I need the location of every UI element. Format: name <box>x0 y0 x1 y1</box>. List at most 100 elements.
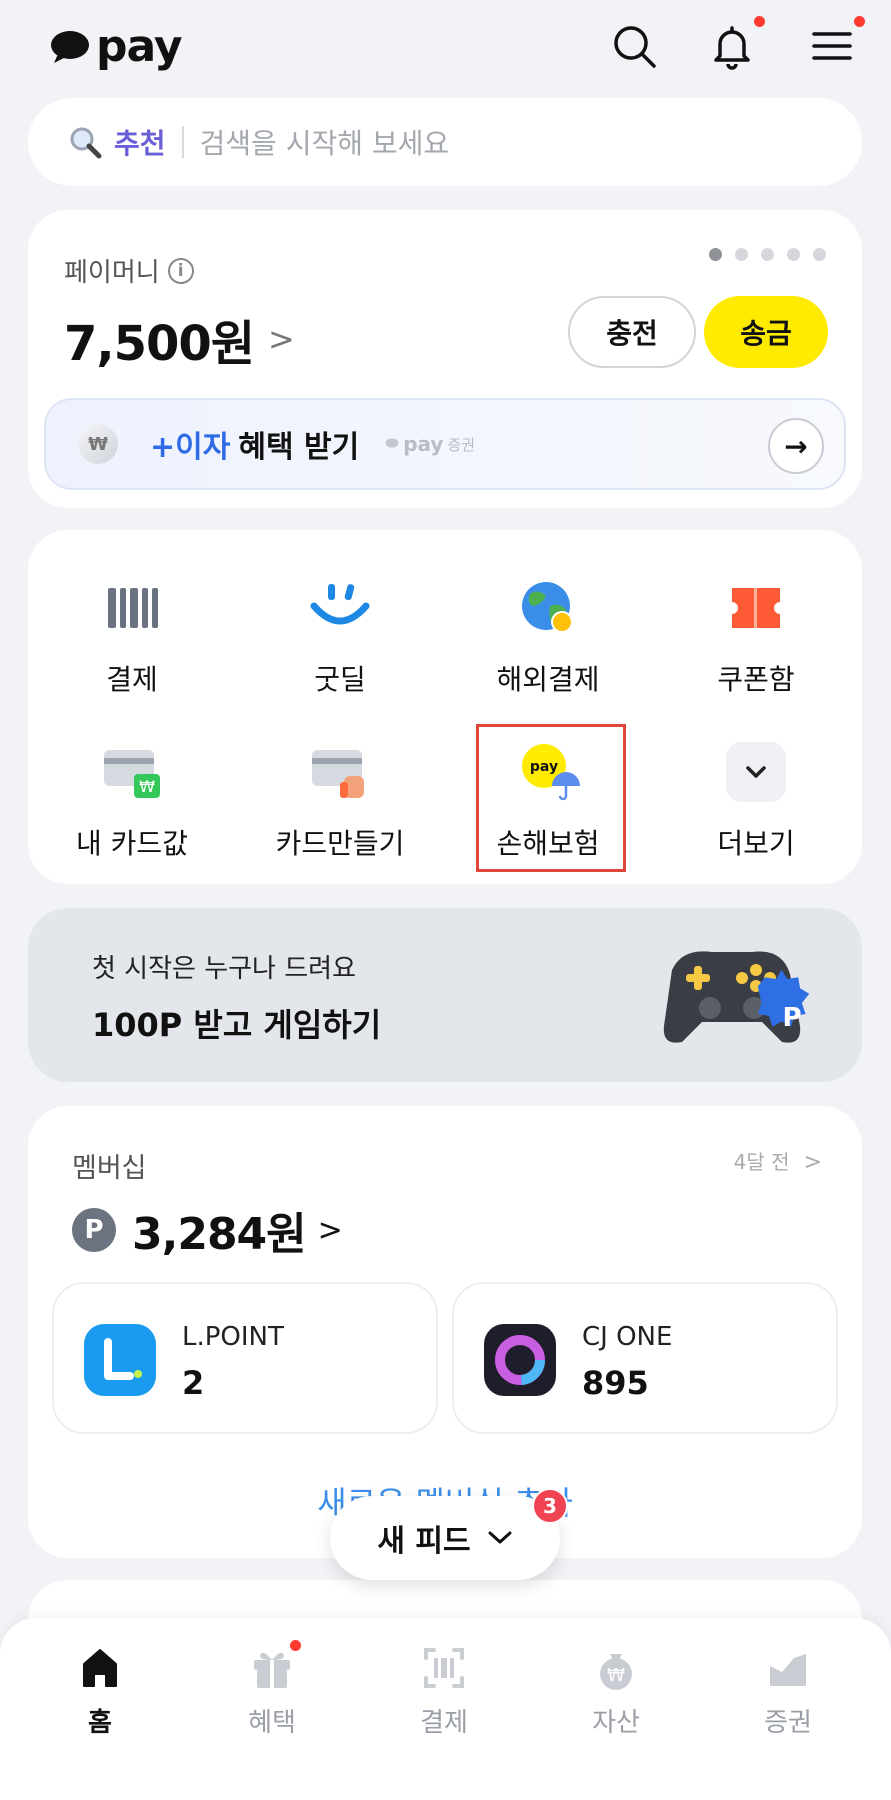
banner-line2: 100P 받고 게임하기 <box>92 1006 382 1044</box>
bell-icon[interactable] <box>708 16 765 70</box>
card-name: CJ ONE <box>582 1322 673 1352</box>
card-name: L.POINT <box>182 1322 284 1352</box>
pay-money-amount[interactable]: 7,500원 > <box>64 304 295 374</box>
lpoint-card[interactable]: L.POINT 2 <box>52 1282 438 1434</box>
highlight-box <box>476 724 626 872</box>
new-feed-button[interactable]: 새 피드 <box>330 1496 560 1580</box>
pager-dot <box>761 248 774 261</box>
money-bag-icon: ₩ <box>592 1644 640 1692</box>
interest-plus: +이자 <box>150 430 231 465</box>
notification-dot <box>754 16 765 27</box>
svg-text:P: P <box>782 1003 801 1033</box>
scan-pay-icon <box>420 1644 468 1692</box>
cjone-logo-icon <box>484 1324 556 1396</box>
svg-text:₩: ₩ <box>607 1665 625 1686</box>
cjone-card[interactable]: CJ ONE 895 <box>452 1282 838 1434</box>
divider <box>181 126 184 158</box>
chevron-right-icon: > <box>317 1212 343 1248</box>
pay-money-card: 페이머니 i 7,500원 > 충전 송금 ₩ +이자 혜택 받기 pay 증권… <box>28 210 862 508</box>
chart-icon <box>764 1644 812 1692</box>
chevron-down-icon <box>726 742 786 802</box>
pager-dot <box>787 248 800 261</box>
tab-securities[interactable]: 증권 <box>728 1644 848 1739</box>
menu-label: 쿠폰함 <box>717 663 795 696</box>
menu-item-payment[interactable]: 결제 <box>52 576 212 698</box>
search-bar[interactable]: 추천 검색을 시작해 보세요 <box>28 98 862 186</box>
pager-dot <box>813 248 826 261</box>
pay-money-title: 페이머니 <box>64 258 160 288</box>
menu-item-make-card[interactable]: 카드만들기 <box>260 740 420 862</box>
amount-value: 7,500원 <box>64 316 255 372</box>
menu-item-overseas[interactable]: 해외결제 <box>468 576 628 698</box>
menu-label: 내 카드값 <box>76 827 188 860</box>
menu-item-coupons[interactable]: 쿠폰함 <box>676 576 836 698</box>
point-icon: P <box>72 1208 116 1252</box>
menu-item-my-card-bill[interactable]: ₩ 내 카드값 <box>52 740 212 862</box>
interest-benefit-banner[interactable]: ₩ +이자 혜택 받기 pay 증권 → <box>44 398 846 490</box>
charge-button[interactable]: 충전 <box>568 296 696 368</box>
card-make-icon <box>312 750 364 798</box>
feed-count-badge: 3 <box>532 1488 568 1524</box>
logo[interactable]: pay <box>50 21 183 72</box>
gift-icon <box>248 1640 301 1692</box>
send-button[interactable]: 송금 <box>704 296 828 368</box>
speech-bubble-icon <box>385 438 399 448</box>
quick-menu-card: 결제 굿딜 해외결제 쿠폰함 ₩ 내 카드값 카드만들기 pay 손해보험 더보… <box>28 530 862 884</box>
pay-money-label: 페이머니 i <box>64 252 194 289</box>
updated-text: 4달 전 <box>733 1150 790 1174</box>
card-value: 2 <box>182 1364 205 1402</box>
benefits-notification-dot <box>290 1640 301 1651</box>
membership-title: 멤버십 <box>72 1153 147 1184</box>
chevron-down-icon <box>488 1531 512 1544</box>
membership-card: 멤버십 4달 전 > P 3,284원 > L.POINT 2 CJ ONE 89… <box>28 1106 862 1558</box>
info-icon[interactable]: i <box>167 257 194 284</box>
won-coin-icon: ₩ <box>78 424 118 464</box>
globe-icon <box>522 582 573 633</box>
membership-points[interactable]: P 3,284원 > <box>72 1198 343 1262</box>
search-keyword[interactable]: 추천 <box>114 122 166 162</box>
brand-pay: pay <box>403 432 444 456</box>
menu-notification-dot <box>854 16 865 27</box>
points-amount: 3,284원 <box>132 1209 307 1260</box>
menu-item-gooddeal[interactable]: 굿딜 <box>260 576 420 698</box>
speech-bubble-icon <box>51 31 89 63</box>
tab-label: 자산 <box>592 1708 640 1738</box>
tab-label: 결제 <box>420 1708 468 1738</box>
menu-label: 결제 <box>106 663 158 696</box>
menu-label: 더보기 <box>717 827 795 860</box>
tab-label: 홈 <box>88 1708 112 1738</box>
smile-icon <box>310 584 370 625</box>
card-pager <box>709 248 826 261</box>
banner-line1: 첫 시작은 누구나 드려요 <box>92 954 356 984</box>
search-icon[interactable] <box>610 22 658 70</box>
brand-sub: 증권 <box>447 435 476 454</box>
home-icon <box>76 1644 124 1692</box>
bottom-tab-bar: 홈 혜택 결제 ₩ 자산 증권 <box>0 1618 891 1800</box>
feed-label: 새 피드 <box>377 1524 471 1559</box>
kakao-pay-home: pay 추천 검색을 시작해 보세요 페이머니 i 7,500원 > 충전 송금… <box>0 0 891 1800</box>
tab-assets[interactable]: ₩ 자산 <box>556 1644 676 1739</box>
menu-icon[interactable] <box>808 16 865 70</box>
coupon-icon <box>732 588 780 628</box>
magnifier-icon <box>70 127 102 159</box>
game-banner[interactable]: 첫 시작은 누구나 드려요 100P 받고 게임하기 P <box>28 908 862 1082</box>
menu-item-more[interactable]: 더보기 <box>676 740 836 862</box>
membership-updated[interactable]: 4달 전 > <box>734 1146 822 1175</box>
tab-payment[interactable]: 결제 <box>384 1644 504 1739</box>
chevron-right-icon: > <box>268 320 295 358</box>
svg-text:₩: ₩ <box>139 777 155 796</box>
menu-label: 카드만들기 <box>275 827 405 860</box>
search-placeholder[interactable]: 검색을 시작해 보세요 <box>200 122 450 162</box>
arrow-right-icon[interactable]: → <box>768 418 824 474</box>
card-value: 895 <box>582 1364 649 1402</box>
menu-label: 해외결제 <box>496 663 600 696</box>
logo-text: pay <box>96 21 183 72</box>
interest-text: 혜택 받기 <box>238 430 360 465</box>
header: pay <box>0 0 891 95</box>
tab-benefits[interactable]: 혜택 <box>212 1640 332 1739</box>
chevron-right-icon: > <box>803 1150 822 1175</box>
barcode-icon <box>108 588 158 628</box>
tab-label: 증권 <box>764 1708 812 1738</box>
tab-home[interactable]: 홈 <box>40 1644 160 1739</box>
pay-securities-brand: pay 증권 <box>385 432 475 456</box>
